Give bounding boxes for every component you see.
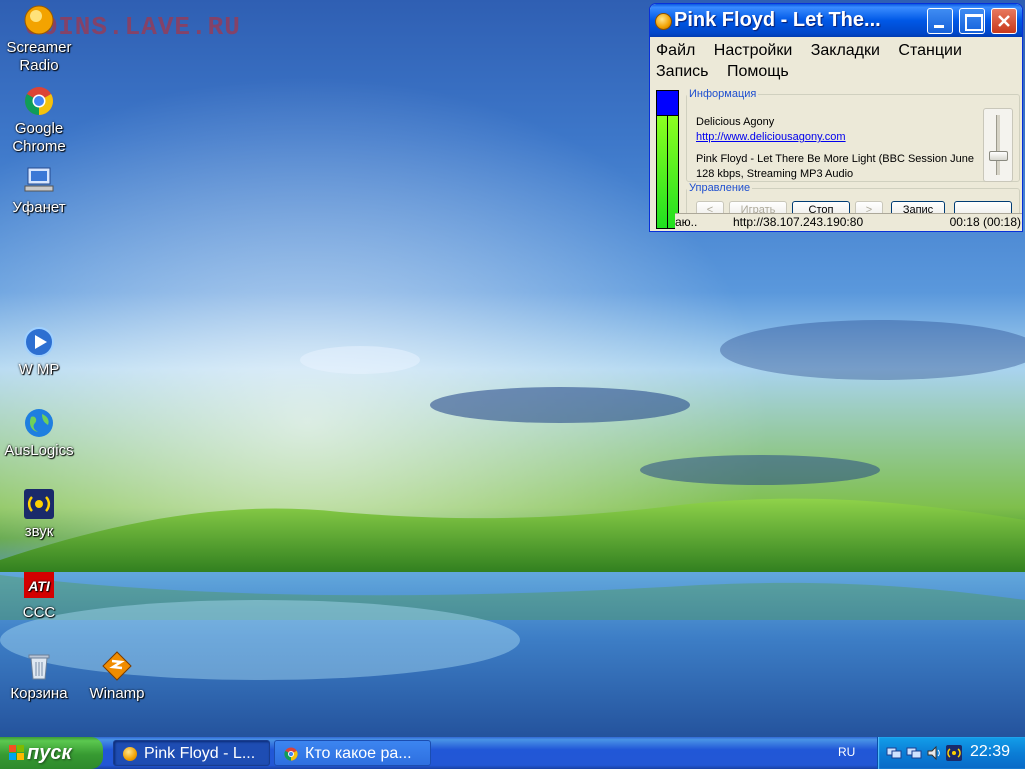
status-state: аю.. — [675, 215, 698, 229]
svg-text:ATI: ATI — [27, 578, 51, 594]
menu-help[interactable]: Помощь — [727, 61, 789, 82]
desktop-icon-ufanet[interactable]: Уфанет — [0, 164, 78, 217]
winamp-icon — [101, 650, 133, 682]
network-icon[interactable] — [886, 745, 902, 761]
start-label: пуск — [27, 742, 72, 764]
recycle-bin-icon — [23, 650, 55, 682]
volume-slider[interactable] — [983, 108, 1013, 182]
status-bar: аю.. http://38.107.243.190:80 00:18 (00:… — [675, 213, 1022, 231]
desktop-icon-label: W MP — [18, 361, 60, 378]
task-chrome[interactable]: Кто какое ра... — [274, 740, 431, 766]
desktop-icon-wmp[interactable]: W MP — [0, 326, 78, 379]
desktop-icon-label: звук — [24, 523, 54, 540]
clock[interactable]: 22:39 — [970, 743, 1010, 761]
station-url-link[interactable]: http://www.deliciousagony.com — [696, 131, 846, 143]
speaker-icon[interactable] — [946, 745, 962, 761]
network-icon — [23, 164, 55, 196]
screamer-radio-window: Pink Floyd - Let The... Файл Настройки З… — [649, 3, 1023, 232]
volume-track — [996, 115, 1000, 175]
desktop-icon-winamp[interactable]: Winamp — [78, 650, 156, 703]
vu-meter-right-bar — [668, 116, 678, 228]
desktop-icon-label: AusLogics — [4, 442, 74, 459]
window-titlebar[interactable]: Pink Floyd - Let The... — [650, 4, 1022, 37]
desktop-icon-auslogics[interactable]: AusLogics — [0, 407, 78, 460]
desktop-icon-recycle-bin[interactable]: Корзина — [0, 650, 78, 703]
screamer-radio-icon — [123, 747, 137, 761]
vu-meter-left-bar — [657, 116, 667, 228]
station-name: Delicious Agony — [696, 116, 775, 128]
task-label: Pink Floyd - L... — [144, 745, 256, 762]
control-legend: Управление — [689, 182, 751, 194]
desktop-icon-label: Уфанет — [12, 199, 66, 216]
desktop-icon-google-chrome[interactable]: Google Chrome — [0, 85, 78, 156]
desktop-icon-label: Screamer — [6, 39, 72, 56]
desktop-icon-zvuk[interactable]: звук — [0, 488, 78, 541]
close-button[interactable] — [991, 8, 1017, 34]
menu-settings[interactable]: Настройки — [714, 40, 792, 61]
volume-thumb[interactable] — [989, 151, 1008, 161]
taskbar: пуск Pink Floyd - L... Кто какое ра... R… — [0, 737, 1025, 769]
start-button[interactable]: пуск — [0, 737, 103, 769]
menu-file[interactable]: Файл — [656, 40, 695, 61]
task-label: Кто какое ра... — [305, 745, 412, 762]
menu-bookmarks[interactable]: Закладки — [811, 40, 880, 61]
globe-icon — [23, 407, 55, 439]
speaker-icon — [23, 488, 55, 520]
screamer-radio-icon — [23, 4, 55, 36]
windows-flag-icon — [9, 745, 24, 760]
maximize-button[interactable] — [959, 8, 985, 34]
window-title: Pink Floyd - Let The... — [674, 9, 881, 31]
chrome-icon — [284, 747, 298, 761]
desktop-icon-label: Radio — [19, 57, 59, 74]
minimize-icon — [934, 25, 944, 28]
chrome-icon — [23, 85, 55, 117]
desktop-icon-label: Chrome — [12, 138, 66, 155]
vu-meter-peak — [657, 91, 678, 115]
minimize-button[interactable] — [927, 8, 953, 34]
network-icon[interactable] — [906, 745, 922, 761]
language-indicator[interactable]: RU — [838, 745, 855, 759]
desktop-icon-label: CCC — [22, 604, 56, 621]
track-title: Pink Floyd - Let There Be More Light (BB… — [696, 153, 974, 165]
desktop-icon-screamer-radio[interactable]: Screamer Radio — [0, 4, 78, 75]
desktop-icon-label: Корзина — [10, 685, 68, 702]
menu-stations[interactable]: Станции — [898, 40, 961, 61]
desktop-icon-ccc[interactable]: ATI CCC — [0, 569, 78, 622]
info-legend: Информация — [689, 88, 757, 100]
system-tray: 22:39 — [877, 737, 1025, 769]
volume-icon[interactable] — [926, 745, 942, 761]
task-screamer-radio[interactable]: Pink Floyd - L... — [113, 740, 270, 766]
info-group: Информация Delicious Agony http://www.de… — [686, 88, 1020, 182]
vu-meter — [656, 90, 679, 229]
maximize-icon — [965, 14, 983, 31]
status-time: 00:18 (00:18) — [949, 215, 1021, 229]
screamer-radio-icon — [655, 13, 672, 30]
stream-info: 128 kbps, Streaming MP3 Audio — [696, 168, 854, 180]
ati-icon: ATI — [23, 569, 55, 601]
menu-bar: Файл Настройки Закладки Станции Запись П… — [650, 37, 1022, 82]
media-player-icon — [23, 326, 55, 358]
close-icon — [998, 15, 1010, 27]
desktop-icon-label: Winamp — [89, 685, 145, 702]
status-address: http://38.107.243.190:80 — [733, 215, 864, 229]
desktop-icon-label: Google — [14, 120, 64, 137]
menu-record[interactable]: Запись — [656, 61, 709, 82]
